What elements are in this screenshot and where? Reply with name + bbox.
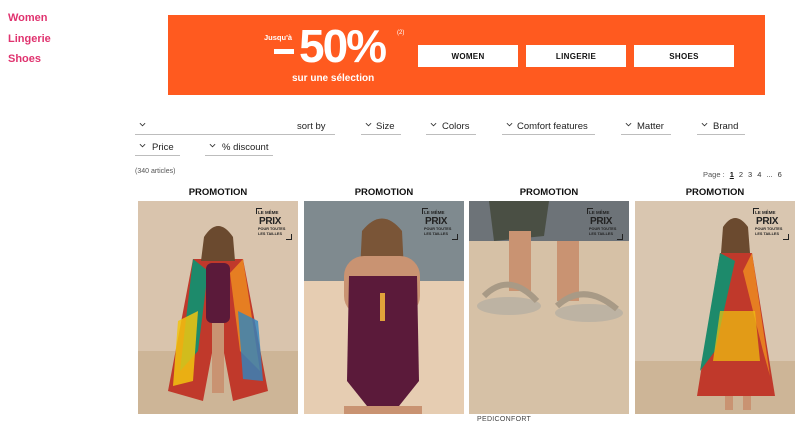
nav-link-women[interactable]: Women	[8, 8, 51, 29]
badge-line: POUR TOUTES LES TAILLES	[589, 227, 617, 236]
badge-line: POUR TOUTES LES TAILLES	[258, 227, 286, 236]
chevron-down-icon	[209, 143, 216, 148]
promotion-label: PROMOTION	[354, 187, 414, 198]
product-image[interactable]: LE MÊME PRIX POUR TOUTES LES TAILLES	[304, 201, 464, 414]
filter-label: Price	[152, 142, 174, 153]
same-price-badge: LE MÊME PRIX POUR TOUTES LES TAILLES	[422, 208, 458, 240]
page-ellipsis: ...	[766, 170, 773, 179]
banner-prefix: Jusqu'à	[264, 33, 293, 42]
chevron-down-icon	[701, 122, 708, 127]
filter-price[interactable]: Price	[135, 140, 180, 156]
filter-comfort-features[interactable]: Comfort features	[502, 119, 595, 135]
chevron-down-icon	[625, 122, 632, 127]
filter-matter[interactable]: Matter	[621, 119, 671, 135]
filter-size[interactable]: Size	[361, 119, 401, 135]
category-nav: Women Lingerie Shoes	[8, 8, 51, 70]
promotion-label: PROMOTION	[188, 187, 248, 198]
pagination-label: Page :	[703, 170, 725, 179]
filter-label: % discount	[222, 142, 269, 153]
chevron-down-icon	[139, 122, 146, 127]
page-link-1[interactable]: 1	[730, 170, 734, 179]
chevron-down-icon	[430, 122, 437, 127]
filter-label: Size	[376, 121, 395, 132]
sort-dropdown[interactable]: sort by	[135, 119, 335, 135]
filter-brand[interactable]: Brand	[697, 119, 745, 135]
chevron-down-icon	[365, 122, 372, 127]
page-link-6[interactable]: 6	[778, 170, 782, 179]
sort-label: sort by	[297, 121, 326, 132]
promotion-label: PROMOTION	[685, 187, 745, 198]
minus-sign	[274, 49, 294, 54]
badge-line: PRIX	[425, 216, 448, 227]
banner-footnote: (2)	[397, 30, 405, 36]
badge-line: POUR TOUTES LES TAILLES	[424, 227, 452, 236]
same-price-badge: LE MÊME PRIX POUR TOUTES LES TAILLES	[753, 208, 789, 240]
banner-subtitle: sur une sélection	[292, 73, 375, 84]
filter-discount[interactable]: % discount	[205, 140, 273, 156]
banner-discount: 50%	[299, 20, 387, 72]
banner-button-women[interactable]: WOMEN	[418, 45, 518, 67]
filter-colors[interactable]: Colors	[426, 119, 476, 135]
banner-button-shoes[interactable]: SHOES	[634, 45, 734, 67]
promotion-label: PROMOTION	[519, 187, 579, 198]
product-image[interactable]: LE MÊME PRIX POUR TOUTES LES TAILLES	[635, 201, 795, 414]
same-price-badge: LE MÊME PRIX POUR TOUTES LES TAILLES	[256, 208, 292, 240]
badge-line: PRIX	[259, 216, 282, 227]
page-link-4[interactable]: 4	[757, 170, 761, 179]
banner-button-lingerie[interactable]: LINGERIE	[526, 45, 626, 67]
badge-line: PRIX	[756, 216, 779, 227]
chevron-down-icon	[139, 143, 146, 148]
filter-label: Matter	[637, 121, 664, 132]
chevron-down-icon	[506, 122, 513, 127]
badge-line: LE MÊME	[424, 210, 445, 215]
badge-line: PRIX	[590, 216, 613, 227]
pagination: Page : 1 2 3 4 ... 6	[703, 170, 782, 179]
filter-label: Comfort features	[517, 121, 588, 132]
product-brand: PEDICONFORT	[477, 416, 532, 423]
filter-label: Brand	[713, 121, 739, 132]
page-link-3[interactable]: 3	[748, 170, 752, 179]
nav-link-lingerie[interactable]: Lingerie	[8, 29, 51, 50]
promo-banner[interactable]: Jusqu'à 50% (2) sur une sélection WOMEN …	[168, 15, 765, 95]
nav-link-shoes[interactable]: Shoes	[8, 49, 51, 70]
badge-line: LE MÊME	[258, 210, 279, 215]
page-link-2[interactable]: 2	[739, 170, 743, 179]
product-image[interactable]: LE MÊME PRIX POUR TOUTES LES TAILLES	[469, 201, 629, 414]
badge-line: POUR TOUTES LES TAILLES	[755, 227, 783, 236]
badge-line: LE MÊME	[589, 210, 610, 215]
result-count: (340 articles)	[135, 168, 176, 175]
same-price-badge: LE MÊME PRIX POUR TOUTES LES TAILLES	[587, 208, 623, 240]
filter-label: Colors	[442, 121, 470, 132]
product-image[interactable]: LE MÊME PRIX POUR TOUTES LES TAILLES	[138, 201, 298, 414]
badge-line: LE MÊME	[755, 210, 776, 215]
